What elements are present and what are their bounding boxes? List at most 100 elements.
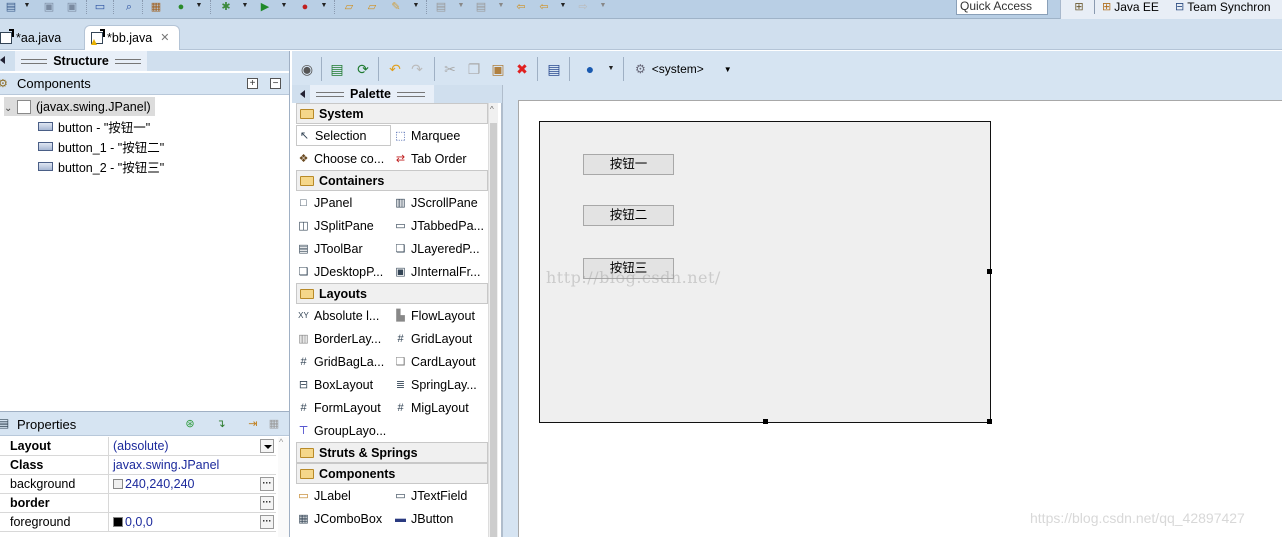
ellipsis-button[interactable]: ··· bbox=[260, 515, 274, 529]
property-value[interactable] bbox=[108, 494, 276, 512]
property-value[interactable]: (absolute) bbox=[108, 437, 276, 455]
resize-handle-east[interactable] bbox=[987, 269, 992, 274]
palette-item-selection[interactable]: ↖ Selection bbox=[296, 125, 391, 146]
property-value[interactable]: 240,240,240 bbox=[108, 475, 276, 493]
palette-tab[interactable]: Palette bbox=[310, 85, 434, 103]
palette-category-layouts[interactable]: Layouts bbox=[296, 283, 488, 304]
tab-order-editor-icon[interactable]: ▤ bbox=[545, 60, 563, 78]
palette-item-marquee[interactable]: ⬚ Marquee bbox=[393, 125, 488, 146]
palette-item-jcombobox[interactable]: ▦ JComboBox bbox=[296, 508, 391, 529]
goto-definition-icon[interactable]: ↴ bbox=[213, 416, 229, 432]
brush-dropdown-icon[interactable]: ▼ bbox=[411, 1, 421, 11]
go-to-source-icon[interactable]: ▤ bbox=[328, 60, 346, 78]
chevron-down-icon[interactable]: ⌄ bbox=[4, 103, 12, 114]
prev-annotation-dropdown-icon[interactable]: ▼ bbox=[496, 1, 506, 11]
tree-item-jpanel[interactable]: ⌄ (javax.swing.JPanel) bbox=[4, 97, 155, 116]
palette-item-jbutton[interactable]: ▬ JButton bbox=[393, 508, 488, 529]
palette-splitter[interactable] bbox=[502, 85, 518, 537]
resize-handle-south[interactable] bbox=[763, 419, 768, 424]
perspective-team-sync[interactable]: ⊟ Team Synchron bbox=[1175, 0, 1271, 14]
perspective-java-ee[interactable]: ⊞ Java EE bbox=[1102, 0, 1159, 14]
save-all-icon[interactable]: ▣ bbox=[64, 0, 80, 14]
palette-item-jtabbedpane[interactable]: ▭ JTabbedPa... bbox=[393, 215, 488, 236]
last-edit-icon[interactable]: ⇦ bbox=[513, 0, 529, 14]
open-perspective-icon[interactable]: ⊞ bbox=[1071, 0, 1087, 14]
palette-category-system[interactable]: System bbox=[296, 103, 488, 124]
palette-item-miglayout[interactable]: # MigLayout bbox=[393, 397, 488, 418]
structure-tab[interactable]: Structure bbox=[15, 51, 147, 71]
search-icon[interactable]: ⌕ bbox=[121, 0, 137, 14]
palette-item-cardlayout[interactable]: ❑ CardLayout bbox=[393, 351, 488, 372]
property-row-border[interactable]: border ··· bbox=[0, 494, 276, 513]
scroll-up-icon[interactable]: ^ bbox=[279, 437, 283, 447]
new-dropdown-icon[interactable]: ▼ bbox=[22, 1, 32, 11]
refresh-icon[interactable]: ● bbox=[173, 0, 189, 14]
palette-category-containers[interactable]: Containers bbox=[296, 170, 488, 191]
dropdown-button[interactable] bbox=[260, 439, 274, 453]
close-tab-icon[interactable]: ✕ bbox=[160, 26, 169, 50]
ellipsis-button[interactable]: ··· bbox=[260, 496, 274, 510]
property-value[interactable]: 0,0,0 bbox=[108, 513, 276, 531]
collapse-structure-icon[interactable] bbox=[0, 56, 5, 64]
show-advanced-icon[interactable]: ⇥ bbox=[245, 416, 261, 432]
property-row-background[interactable]: background 240,240,240 ··· bbox=[0, 475, 276, 494]
show-events-icon[interactable]: ⊛ bbox=[182, 416, 198, 432]
expand-all-icon[interactable]: + bbox=[247, 78, 258, 89]
internationalize-dropdown-icon[interactable]: ▼ bbox=[606, 64, 616, 74]
palette-item-jpanel[interactable]: □ JPanel bbox=[296, 192, 391, 213]
design-button-1[interactable]: 按钮一 bbox=[583, 154, 674, 175]
palette-item-jdesktoppane[interactable]: ❏ JDesktopP... bbox=[296, 261, 391, 282]
test-gui-icon[interactable]: ◉ bbox=[298, 60, 316, 78]
palette-item-jinternalframe[interactable]: ▣ JInternalFr... bbox=[393, 261, 488, 282]
run-dropdown-icon[interactable]: ▼ bbox=[279, 1, 289, 11]
internationalize-icon[interactable]: ● bbox=[581, 60, 599, 78]
property-row-layout[interactable]: Layout (absolute) bbox=[0, 437, 276, 456]
palette-category-components[interactable]: Components bbox=[296, 463, 488, 484]
tree-item-button[interactable]: button - "按钮一" bbox=[38, 117, 150, 136]
tree-item-button-1[interactable]: button_1 - "按钮二" bbox=[38, 137, 164, 156]
palette-item-springlayout[interactable]: ≣ SpringLay... bbox=[393, 374, 488, 395]
design-button-2[interactable]: 按钮二 bbox=[583, 205, 674, 226]
restore-default-icon[interactable]: ▦ bbox=[266, 416, 282, 432]
next-annotation-dropdown-icon[interactable]: ▼ bbox=[456, 1, 466, 11]
cut-icon[interactable]: ✂ bbox=[441, 60, 459, 78]
paste-icon[interactable]: ▣ bbox=[489, 60, 507, 78]
reparse-icon[interactable]: ⟳ bbox=[354, 60, 372, 78]
next-annotation-icon[interactable]: ▤ bbox=[433, 0, 449, 14]
jpanel-design-surface[interactable]: 按钮一 按钮二 按钮三 bbox=[539, 121, 992, 424]
palette-item-tab-order[interactable]: ⇄ Tab Order bbox=[393, 148, 488, 169]
palette-item-borderlayout[interactable]: ▥ BorderLay... bbox=[296, 328, 391, 349]
brush-icon[interactable]: ✎ bbox=[388, 0, 404, 14]
palette-item-jtextfield[interactable]: ▭ JTextField bbox=[393, 485, 488, 506]
new-wizard-icon[interactable]: ▤ bbox=[3, 0, 19, 14]
palette-item-gridbaglayout[interactable]: # GridBagLa... bbox=[296, 351, 391, 372]
palette-item-formlayout[interactable]: # FormLayout bbox=[296, 397, 391, 418]
quick-access-input[interactable]: Quick Access bbox=[956, 0, 1048, 15]
property-row-class[interactable]: Class javax.swing.JPanel bbox=[0, 456, 276, 475]
collapse-palette-icon[interactable] bbox=[300, 90, 305, 98]
forward-dropdown-icon[interactable]: ▼ bbox=[598, 1, 608, 11]
scroll-up-icon[interactable]: ^ bbox=[490, 105, 494, 114]
look-and-feel-combo[interactable]: ⚙ <system> ▼ bbox=[635, 59, 732, 79]
chevron-down-icon[interactable]: ▼ bbox=[724, 65, 732, 74]
run-icon[interactable]: ▶ bbox=[257, 0, 273, 14]
property-row-foreground[interactable]: foreground 0,0,0 ··· bbox=[0, 513, 276, 532]
palette-item-choose-component[interactable]: ❖ Choose co... bbox=[296, 148, 391, 169]
palette-item-jscrollpane[interactable]: ▥ JScrollPane bbox=[393, 192, 488, 213]
palette-item-jlabel[interactable]: ▭ JLabel bbox=[296, 485, 391, 506]
tree-item-button-2[interactable]: button_2 - "按钮三" bbox=[38, 157, 164, 176]
resize-handle-southeast[interactable] bbox=[987, 419, 992, 424]
palette-scroll-thumb[interactable] bbox=[490, 123, 497, 537]
package-icon[interactable]: ▦ bbox=[148, 0, 164, 14]
properties-scrollbar[interactable]: ^ bbox=[278, 437, 289, 537]
design-button-3[interactable]: 按钮三 bbox=[583, 258, 674, 279]
prev-annotation-icon[interactable]: ▤ bbox=[473, 0, 489, 14]
refresh-dropdown-icon[interactable]: ▼ bbox=[194, 1, 204, 11]
back-dropdown-icon[interactable]: ▼ bbox=[558, 1, 568, 11]
external-tools-icon[interactable]: ● bbox=[297, 0, 313, 14]
undo-icon[interactable]: ↶ bbox=[386, 60, 404, 78]
open-type-icon[interactable]: ▱ bbox=[341, 0, 357, 14]
palette-scrollbar[interactable]: ^ bbox=[488, 103, 498, 537]
palette-item-jtoolbar[interactable]: ▤ JToolBar bbox=[296, 238, 391, 259]
palette-item-jsplitpane[interactable]: ◫ JSplitPane bbox=[296, 215, 391, 236]
